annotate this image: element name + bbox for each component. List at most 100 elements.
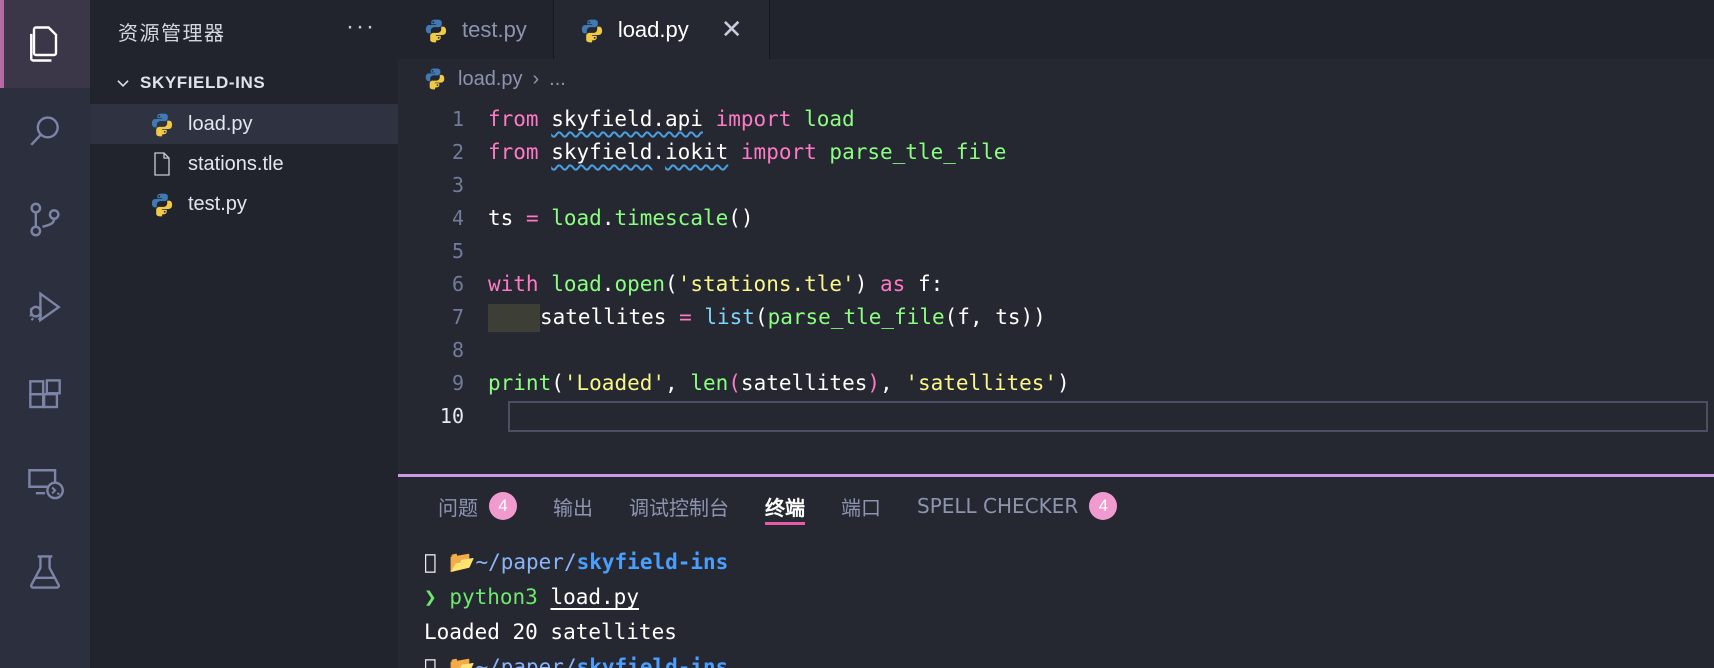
prompt-arrow-icon: ❯ xyxy=(424,585,437,609)
code-text: from skyfield.api import load xyxy=(488,103,855,136)
activity-bar xyxy=(0,0,90,668)
terminal-path-prefix: ~/paper/ xyxy=(475,550,577,574)
file-item-load-py[interactable]: load.py xyxy=(90,104,398,144)
file-item-label: stations.tle xyxy=(188,152,284,175)
code-token: . xyxy=(652,140,666,164)
code-text: satellites = list(parse_tle_file(f, ts)) xyxy=(488,301,1046,334)
activity-item-run-debug[interactable] xyxy=(0,264,90,352)
code-line[interactable]: 2 from skyfield.iokit import parse_tle_fi… xyxy=(398,136,1714,169)
panel-tab-label: 问题 xyxy=(438,495,478,520)
line-number: 10 xyxy=(439,404,464,428)
code-line[interactable]: 1 from skyfield.api import load xyxy=(398,103,1714,136)
beaker-icon xyxy=(23,550,67,594)
code-token: skyfield xyxy=(551,140,653,164)
code-token: import xyxy=(740,140,830,164)
file-item-stations-tle[interactable]: stations.tle xyxy=(90,144,398,184)
code-text: ts = load.timescale() xyxy=(488,202,754,235)
panel-tab-4[interactable]: 端口 xyxy=(823,477,899,535)
panel-tab-2[interactable]: 调试控制台 xyxy=(611,477,747,535)
terminal-next-prompt-partial:  📂~/paper/skyfield-ins xyxy=(424,655,728,668)
code-line[interactable]: 6 with load.open('stations.tle') as f: xyxy=(398,268,1714,301)
terminal-output[interactable]:  📂~/paper/skyfield-ins ❯ python3 load.p… xyxy=(398,535,1714,668)
terminal-command-file: load.py xyxy=(550,585,639,609)
python-file-icon xyxy=(424,17,448,43)
terminal-prompt-line:  📂~/paper/skyfield-ins xyxy=(424,545,1714,580)
status-badge: 4 xyxy=(489,492,517,520)
code-token: : xyxy=(930,272,944,296)
breadcrumb-separator: › xyxy=(532,67,540,90)
editor-area: test.py load.py ✕ load.py › ... 1 from s… xyxy=(398,0,1714,668)
breadcrumb: load.py › ... xyxy=(398,59,1714,99)
code-token: ( xyxy=(754,305,768,329)
panel-tab-5[interactable]: SPELL CHECKER 4 xyxy=(899,477,1135,535)
code-token: 'stations.tle' xyxy=(677,272,855,296)
breadcrumb-trailing[interactable]: ... xyxy=(549,68,566,91)
activity-item-source-control[interactable] xyxy=(0,176,90,264)
line-number: 1 xyxy=(451,107,464,131)
code-token: load xyxy=(551,206,602,230)
code-editor[interactable]: 1 from skyfield.api import load 2 from skyf… xyxy=(398,99,1714,474)
indent-guide-block xyxy=(488,304,540,332)
line-number: 2 xyxy=(451,140,464,164)
line-number: 5 xyxy=(451,239,464,263)
folder-icon: 📂 xyxy=(436,550,476,574)
code-text: print('Loaded', len(satellites), 'satell… xyxy=(488,367,1070,400)
more-actions-icon[interactable]: ··· xyxy=(346,15,376,40)
code-token: ) xyxy=(1057,371,1070,395)
close-icon[interactable]: ✕ xyxy=(721,17,743,43)
activity-item-testing[interactable] xyxy=(0,528,90,616)
activity-item-remote[interactable] xyxy=(0,440,90,528)
file-item-test-py[interactable]: test.py xyxy=(90,184,398,224)
code-token: from xyxy=(488,107,552,131)
folder-root-label: SKYFIELD-INS xyxy=(140,73,266,92)
tab-load-py[interactable]: load.py ✕ xyxy=(553,0,770,59)
sidebar-header: 资源管理器 ··· xyxy=(90,0,398,62)
extensions-icon xyxy=(23,374,67,418)
tab-label: load.py xyxy=(617,16,689,42)
activity-item-explorer[interactable] xyxy=(0,0,90,88)
activity-item-search[interactable] xyxy=(0,88,90,176)
folder-root-skyfield-ins[interactable]: SKYFIELD-INS xyxy=(90,62,398,104)
panel-tab-0[interactable]: 问题 4 xyxy=(420,477,535,535)
panel-tab-label: 调试控制台 xyxy=(629,495,729,520)
code-token: = xyxy=(679,305,705,329)
line-number: 4 xyxy=(451,206,464,230)
code-token: ( xyxy=(728,371,741,395)
code-line[interactable]: 7 satellites = list(parse_tle_file(f, ts)… xyxy=(398,301,1714,334)
code-token: skyfield.api xyxy=(551,107,703,131)
code-text: from skyfield.iokit import parse_tle_fil… xyxy=(488,136,1006,169)
vscode-window: 资源管理器 ··· SKYFIELD-INS load.py stations.… xyxy=(0,0,1714,668)
panel-tab-1[interactable]: 输出 xyxy=(535,477,611,535)
code-token: with xyxy=(488,272,552,296)
code-token: list xyxy=(704,305,755,329)
line-number: 9 xyxy=(451,371,464,395)
code-line[interactable]: 3 xyxy=(398,169,1714,202)
code-token: len xyxy=(690,371,729,395)
code-token: ts xyxy=(995,305,1021,329)
tab-test-py[interactable]: test.py xyxy=(398,0,554,59)
sidebar-title: 资源管理器 xyxy=(118,20,226,45)
code-line[interactable]: 10 xyxy=(398,400,1714,433)
line-number: 3 xyxy=(451,173,464,197)
activity-item-extensions[interactable] xyxy=(0,352,90,440)
panel-tab-3[interactable]: 终端 xyxy=(747,477,823,535)
status-badge: 4 xyxy=(1089,492,1118,520)
code-token: from xyxy=(488,140,552,164)
code-token: parse_tle_file xyxy=(829,140,1007,164)
line-number: 8 xyxy=(451,338,464,362)
remote-icon xyxy=(23,462,67,506)
code-token: , xyxy=(969,305,996,329)
code-line[interactable]: 8 xyxy=(398,334,1714,367)
code-line[interactable]: 5 xyxy=(398,235,1714,268)
code-line[interactable]: 4 ts = load.timescale() xyxy=(398,202,1714,235)
chevron-down-icon xyxy=(114,74,132,92)
python-file-icon xyxy=(580,17,604,43)
breadcrumb-file[interactable]: load.py xyxy=(458,68,523,91)
code-line[interactable]: 9 print('Loaded', len(satellites), 'satel… xyxy=(398,367,1714,400)
code-token: parse_tle_file xyxy=(767,305,945,329)
terminal-command-text: python3 xyxy=(449,585,551,609)
code-token: iokit xyxy=(665,140,729,164)
current-line-highlight xyxy=(508,401,1708,432)
